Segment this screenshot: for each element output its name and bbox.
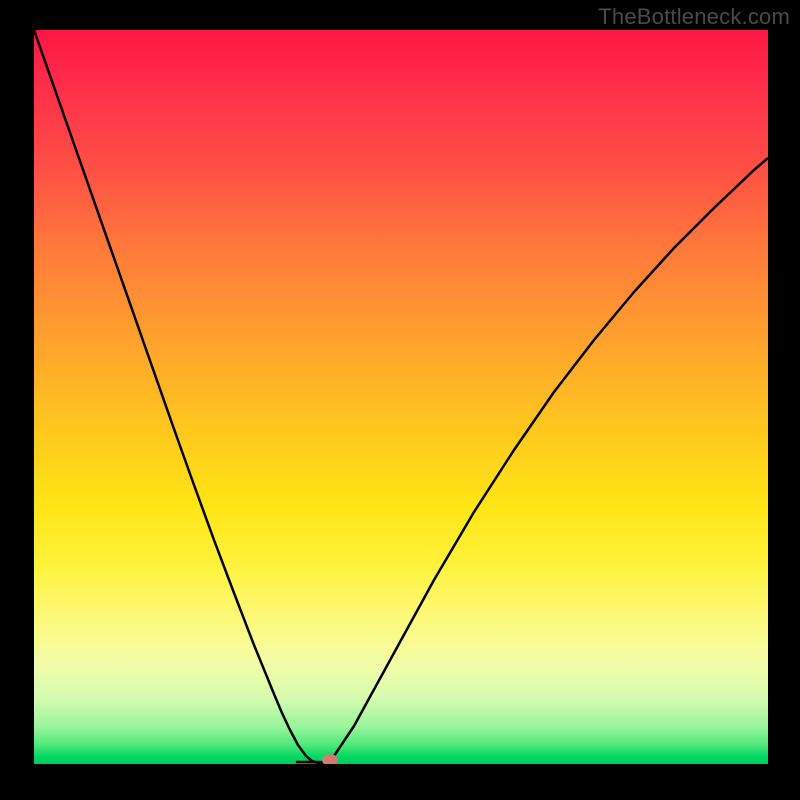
- minimum-marker-dot: [322, 754, 338, 764]
- watermark-text: TheBottleneck.com: [598, 4, 790, 30]
- plot-area: [34, 30, 768, 764]
- chart-container: TheBottleneck.com: [0, 0, 800, 800]
- bottleneck-curve: [34, 30, 768, 764]
